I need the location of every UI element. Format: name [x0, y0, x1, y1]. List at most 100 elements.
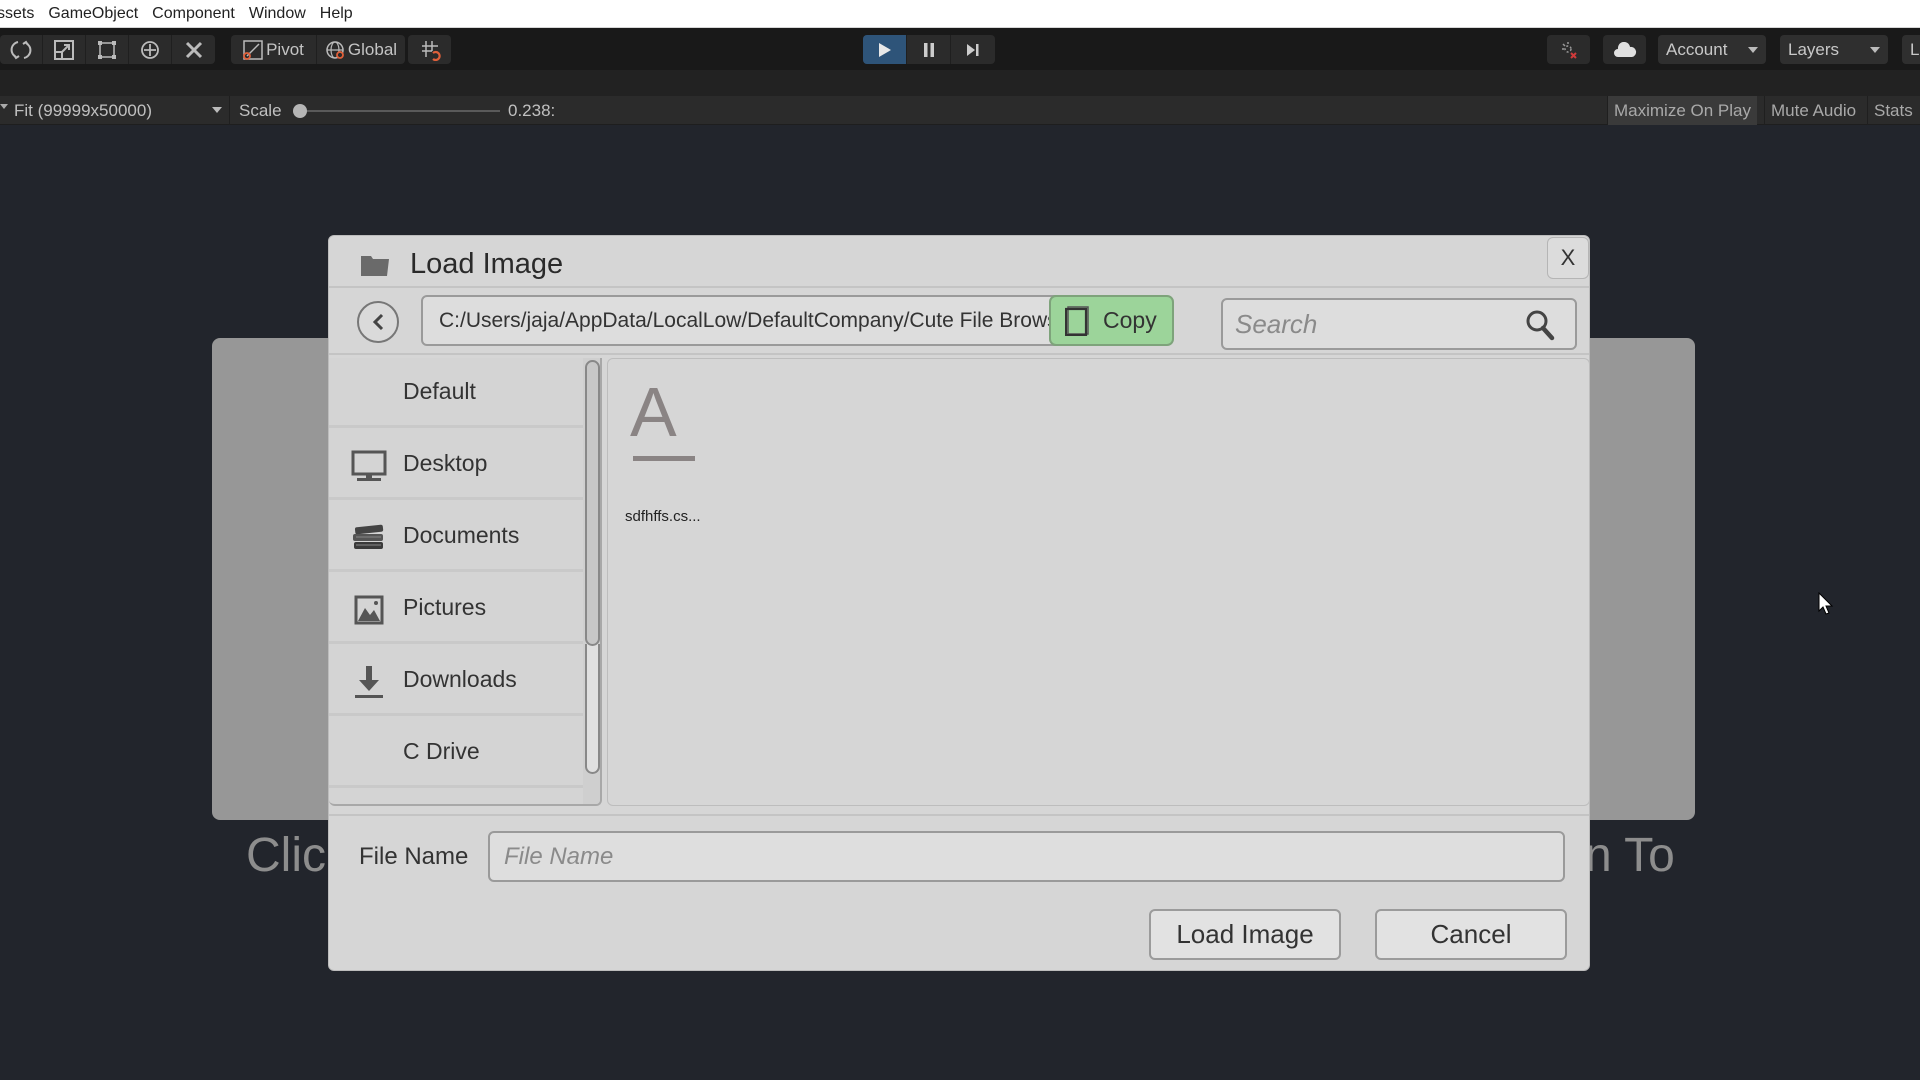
mouse-cursor-icon — [1818, 592, 1834, 615]
places-sidebar: Default Desktop Documents Pictures Downl… — [329, 358, 602, 806]
main-toolbar: Pivot Global Account Layers L — [0, 28, 1920, 70]
rotate-tool-button[interactable] — [0, 35, 43, 64]
menu-window[interactable]: Window — [242, 0, 313, 28]
tools-icon — [185, 41, 202, 58]
pause-button[interactable] — [907, 35, 951, 64]
cancel-label: Cancel — [1430, 919, 1512, 949]
stats-toggle[interactable]: Stats — [1867, 96, 1919, 125]
folder-icon — [361, 256, 389, 276]
copy-button[interactable]: Copy — [1049, 295, 1174, 346]
snap-group — [408, 35, 451, 64]
sidebar-item-documents[interactable]: Documents — [329, 502, 583, 572]
rotate-icon — [10, 40, 32, 59]
path-text: C:/Users/jaja/AppData/LocalLow/DefaultCo… — [439, 309, 1066, 332]
resolution-label: Fit (99999x50000) — [14, 101, 152, 120]
grid-snap-button[interactable] — [408, 35, 451, 64]
path-field[interactable]: C:/Users/jaja/AppData/LocalLow/DefaultCo… — [421, 295, 1066, 346]
scale-tool-button[interactable] — [43, 35, 86, 64]
game-view-toolbar: Fit (99999x50000) Scale 0.238: Maximize … — [0, 96, 1920, 125]
copy-label: Copy — [1103, 307, 1157, 333]
file-name: sdfhffs.cs... — [625, 508, 701, 525]
collab-icon — [1561, 41, 1577, 59]
collab-button[interactable] — [1547, 35, 1590, 64]
global-label: Global — [347, 39, 398, 59]
download-icon — [355, 666, 383, 698]
back-button[interactable] — [357, 301, 399, 343]
step-icon — [967, 43, 979, 56]
mute-audio-toggle[interactable]: Mute Audio — [1764, 96, 1862, 125]
account-label: Account — [1666, 39, 1728, 59]
sidebar-item-label: Documents — [403, 522, 520, 548]
play-icon — [878, 42, 891, 57]
menu-assets[interactable]: ssets — [0, 0, 41, 28]
chevron-down-icon — [1870, 46, 1880, 53]
cloud-icon — [1613, 41, 1636, 57]
sidebar-item-label: Default — [403, 378, 476, 404]
sidebar-item-default[interactable]: Default — [329, 358, 583, 428]
globe-icon — [326, 40, 344, 59]
global-toggle[interactable]: Global — [317, 35, 405, 64]
monitor-icon — [351, 450, 387, 481]
pause-icon — [923, 42, 934, 57]
navigation-row: C:/Users/jaja/AppData/LocalLow/DefaultCo… — [329, 291, 1589, 355]
file-item[interactable]: A sdfhffs.cs... — [618, 371, 708, 525]
sidebar-item-label: Pictures — [403, 594, 487, 620]
dialog-title: Load Image — [410, 248, 564, 280]
sidebar-item-label: Downloads — [403, 666, 517, 692]
transform-tools — [0, 35, 215, 64]
cancel-button[interactable]: Cancel — [1375, 909, 1567, 960]
display-dropdown-caret[interactable] — [0, 104, 8, 109]
play-button[interactable] — [863, 35, 907, 64]
search-icon[interactable] — [1525, 309, 1555, 341]
search-input[interactable] — [1235, 300, 1515, 348]
menu-bar: ssets GameObject Component Window Help — [0, 0, 1920, 28]
menu-help[interactable]: Help — [313, 0, 360, 28]
tab-band — [0, 70, 1920, 96]
load-image-dialog: Load Image X C:/Users/jaja/AppData/Local… — [328, 235, 1590, 971]
text-file-icon: A — [630, 373, 677, 451]
file-name-input[interactable] — [488, 831, 1565, 882]
pivot-toggle[interactable]: Pivot — [231, 35, 317, 64]
resolution-dropdown[interactable]: Fit (99999x50000) — [8, 96, 230, 125]
scrollbar-thumb[interactable] — [585, 360, 600, 646]
file-list: A sdfhffs.cs... — [607, 358, 1590, 806]
rect-tool-button[interactable] — [86, 35, 129, 64]
collab-group — [1547, 35, 1590, 64]
play-controls — [863, 35, 995, 64]
chevron-down-icon — [1748, 46, 1758, 53]
chevron-left-icon — [372, 313, 384, 331]
layers-label: Layers — [1788, 39, 1840, 59]
scale-slider-thumb[interactable] — [293, 104, 307, 118]
cloud-button[interactable] — [1603, 35, 1646, 64]
transform-tool-button[interactable] — [129, 35, 172, 64]
file-name-label: File Name — [359, 843, 469, 870]
background-text-right: n To — [1585, 829, 1675, 882]
copy-icon — [1065, 305, 1089, 336]
sidebar-item-c-drive[interactable]: C Drive — [329, 718, 583, 788]
step-button[interactable] — [951, 35, 995, 64]
handle-toggles: Pivot Global — [231, 35, 405, 64]
close-button[interactable]: X — [1547, 237, 1589, 279]
layers-dropdown[interactable]: Layers — [1780, 35, 1888, 64]
maximize-on-play-toggle[interactable]: Maximize On Play — [1607, 96, 1757, 125]
sidebar-item-downloads[interactable]: Downloads — [329, 646, 583, 716]
menu-gameobject[interactable]: GameObject — [41, 0, 145, 28]
custom-tool-button[interactable] — [172, 35, 215, 64]
menu-component[interactable]: Component — [145, 0, 242, 28]
close-icon: X — [1560, 245, 1576, 270]
layout-dropdown[interactable]: L — [1902, 35, 1920, 64]
sidebar-item-pictures[interactable]: Pictures — [329, 574, 583, 644]
dialog-header: Load Image X — [329, 236, 1589, 288]
scrollbar-track-lower[interactable] — [585, 644, 600, 774]
load-image-button[interactable]: Load Image — [1149, 909, 1341, 960]
scale-slider-track[interactable] — [298, 110, 500, 112]
rect-icon — [98, 40, 116, 59]
books-icon — [353, 524, 384, 549]
pivot-label: Pivot — [266, 39, 304, 59]
scale-value: 0.238: — [508, 101, 556, 120]
text-file-icon-underline — [633, 456, 695, 461]
background-text-left: Clic — [246, 829, 326, 882]
account-dropdown[interactable]: Account — [1658, 35, 1766, 64]
sidebar-item-desktop[interactable]: Desktop — [329, 430, 583, 500]
search-field — [1221, 298, 1577, 350]
